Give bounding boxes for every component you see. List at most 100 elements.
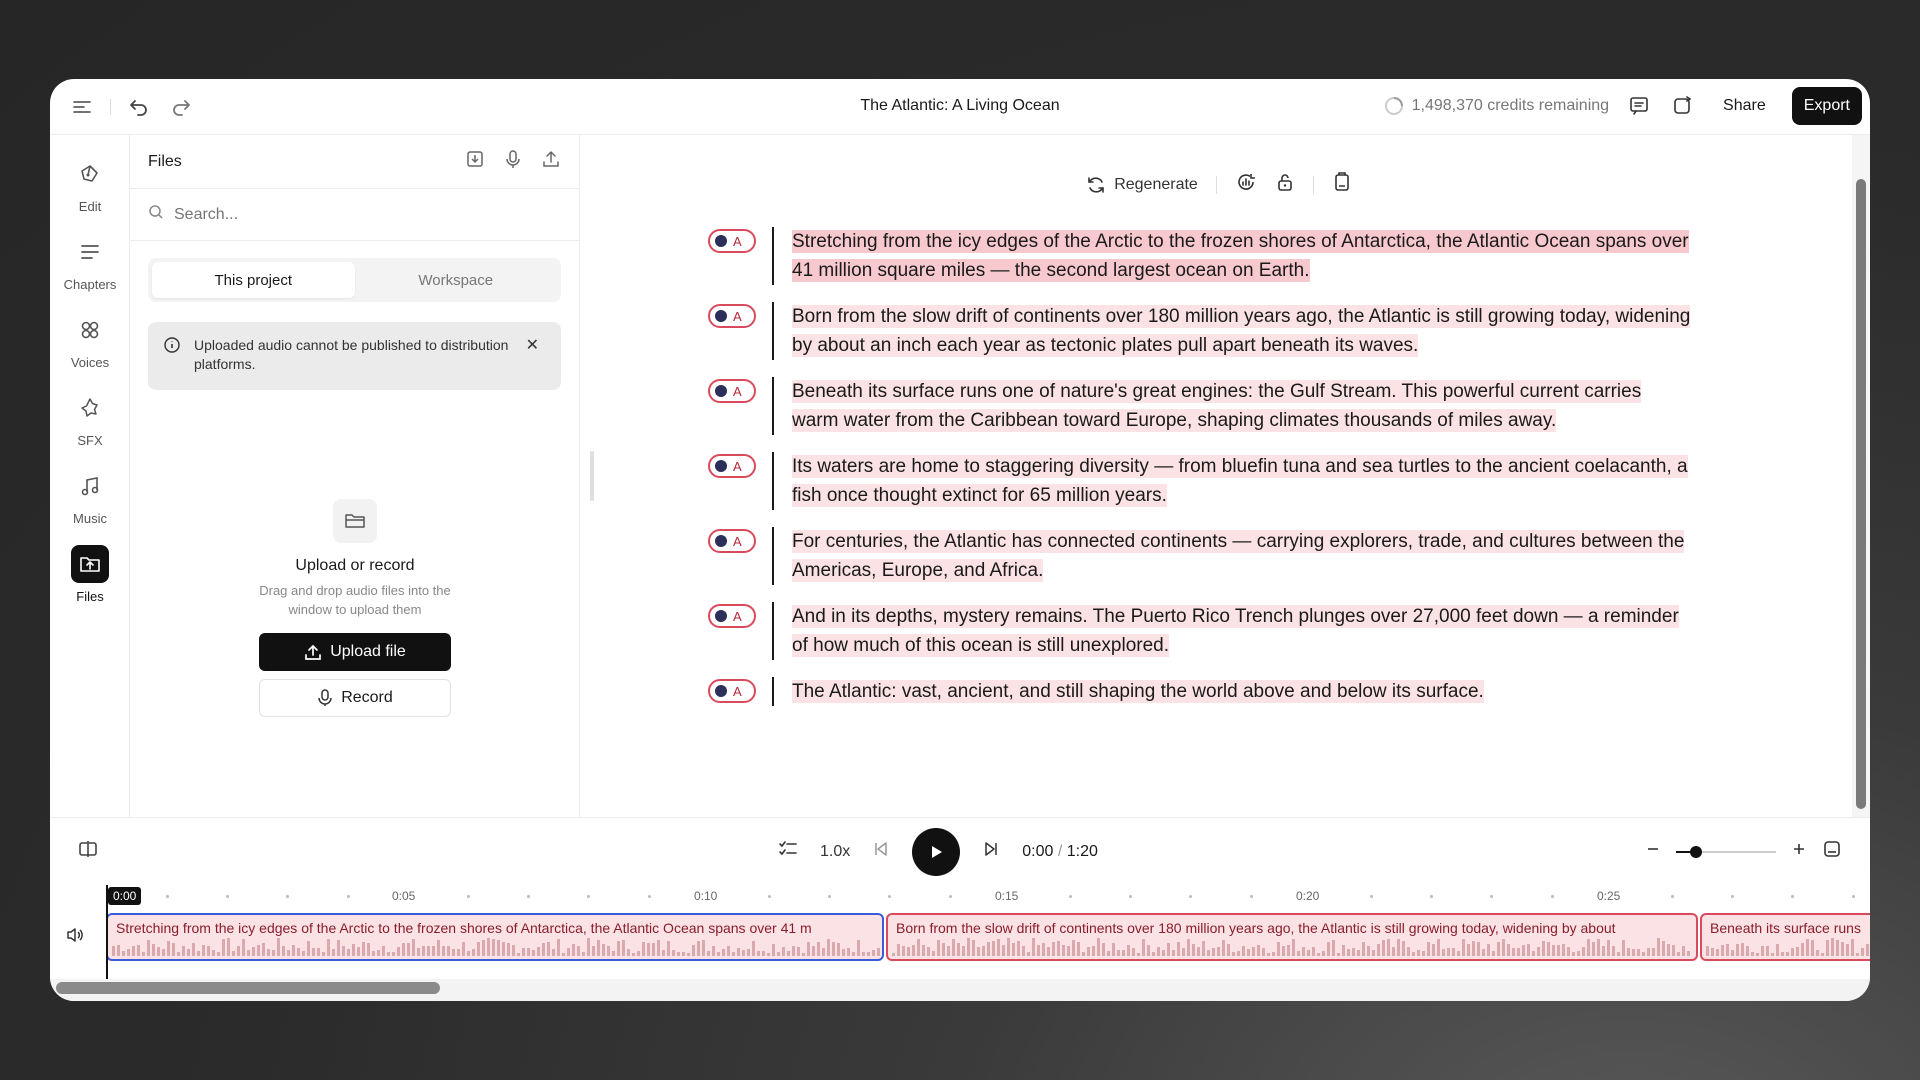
clip-text: Beneath its surface runs [1710,920,1861,936]
search-input[interactable] [174,205,514,224]
paragraph-text[interactable]: Its waters are home to staggering divers… [792,452,1692,510]
paragraph-text[interactable]: The Atlantic: vast, ancient, and still s… [792,677,1692,706]
rail-label: Chapters [63,277,117,292]
tab-this-project[interactable]: This project [152,262,355,298]
search-icon [148,204,164,225]
voice-chip[interactable]: A [708,604,756,628]
upload-file-button[interactable]: Upload file [259,633,451,671]
ruler-tick [467,895,470,898]
sync-icon[interactable] [1669,92,1697,120]
play-button[interactable] [912,827,961,876]
tab-workspace[interactable]: Workspace [355,262,558,298]
ruler-tick [286,895,290,898]
paragraph-marker [772,602,774,660]
lock-icon[interactable] [1275,172,1295,197]
playhead[interactable] [106,885,108,981]
ruler-tick [1490,895,1494,898]
voice-chip[interactable]: A [708,304,756,328]
editor-scrollbar[interactable] [1856,179,1866,809]
export-button[interactable]: Export [1791,87,1862,125]
comments-icon[interactable] [1625,92,1653,120]
voice-chip[interactable]: A [708,454,756,478]
rail-label: Edit [78,199,102,214]
ruler-tick [587,895,591,898]
microphone-icon [318,689,332,706]
timeline-ruler[interactable]: 0:00 0:05 0:10 0:15 0:20 0:25 [50,885,1870,907]
ruler-tick [1791,895,1795,898]
tick-label: 0:20 [1296,889,1320,903]
share-button[interactable]: Share [1713,89,1776,123]
upload-area: Upload or record Drag and drop audio fil… [130,499,580,717]
paragraph-text-content: Born from the slow drift of continents o… [792,305,1691,357]
rail-item-files[interactable]: Files [50,545,130,604]
zoom-slider-knob[interactable] [1690,845,1702,858]
paragraph-text[interactable]: And in its depths, mystery remains. The … [792,602,1692,660]
import-icon[interactable] [465,149,485,174]
rail-item-music[interactable]: Music [50,467,130,526]
voice-avatar [715,535,727,547]
voice-chip[interactable]: A [708,679,756,703]
app-window: The Atlantic: A Living Ocean 1,498,370 c… [50,79,1870,1001]
voice-avatar [715,460,727,472]
clipboard-icon[interactable] [1332,172,1352,197]
timeline-clip[interactable]: Beneath its surface runs [1700,913,1870,961]
paragraph[interactable]: A Its waters are home to staggering dive… [708,452,1708,510]
rail-label: SFX [77,433,103,448]
paragraph[interactable]: A Stretching from the icy edges of the A… [708,227,1708,285]
paragraph-text-content: Its waters are home to staggering divers… [792,455,1688,507]
skip-back-icon[interactable] [872,840,890,863]
zoom-in-icon[interactable] [1792,842,1806,861]
upload-icon[interactable] [541,149,561,174]
voice-chip[interactable]: A [708,229,756,253]
regenerate-button[interactable]: Regenerate [1086,175,1198,195]
captions-icon[interactable] [1822,839,1842,864]
credits-spinner-icon [1384,97,1403,115]
upload-title: Upload or record [295,557,415,574]
rail-label: Music [73,511,107,526]
paragraph[interactable]: A And in its depths, mystery remains. Th… [708,602,1708,660]
paragraph[interactable]: A For centuries, the Atlantic has connec… [708,527,1708,585]
ruler-tick [1550,895,1554,898]
speaker-icon[interactable] [66,927,84,948]
search-bar [130,189,579,241]
notice-text: Uploaded audio cannot be published to di… [194,337,509,372]
voice-letter: A [733,383,742,399]
timeline-clip[interactable]: Born from the slow drift of continents o… [886,913,1698,961]
close-icon[interactable]: ✕ [526,336,539,355]
paragraph[interactable]: A Beneath its surface runs one of nature… [708,377,1708,435]
files-actions [465,149,561,174]
zoom-slider[interactable] [1676,845,1776,858]
paragraph[interactable]: A Born from the slow drift of continents… [708,302,1708,360]
paragraph-text[interactable]: For centuries, the Atlantic has connecte… [792,527,1692,585]
split-view-icon[interactable] [78,839,98,864]
voice-chip[interactable]: A [708,379,756,403]
ruler-tick [1129,895,1133,898]
zoom-out-icon[interactable] [1646,842,1660,861]
timeline-scrollbar[interactable] [56,982,440,994]
rail-item-chapters[interactable]: Chapters [50,233,130,292]
total-time: 1:20 [1066,842,1098,860]
checklist-icon[interactable] [778,840,798,863]
ruler-tick [888,895,892,898]
paragraph-text[interactable]: Beneath its surface runs one of nature's… [792,377,1692,435]
left-rail: Edit Chapters Voices SFX Music Files [50,135,130,817]
rail-item-sfx[interactable]: SFX [50,389,130,448]
skip-forward-icon[interactable] [982,840,1000,863]
rail-label: Files [76,589,104,604]
speed-button[interactable]: 1.0x [820,843,850,861]
rail-item-edit[interactable]: Edit [50,155,130,214]
record-label: Record [341,689,393,706]
paragraph[interactable]: A The Atlantic: vast, ancient, and still… [708,677,1708,706]
paragraph-marker [772,377,774,435]
rail-item-voices[interactable]: Voices [50,311,130,370]
record-button[interactable]: Record [259,679,451,717]
paragraph-text[interactable]: Stretching from the icy edges of the Arc… [792,227,1692,285]
voice-chip[interactable]: A [708,529,756,553]
playback-controls: 1.0x 0:00 / 1:20 [778,827,1098,876]
microphone-icon[interactable] [503,149,523,174]
timeline-clip[interactable]: Stretching from the icy edges of the Arc… [106,913,884,961]
voice-letter: A [733,683,742,699]
paragraph-text[interactable]: Born from the slow drift of continents o… [792,302,1692,360]
top-bar: The Atlantic: A Living Ocean 1,498,370 c… [50,79,1870,135]
voice-settings-icon[interactable] [1235,171,1257,198]
